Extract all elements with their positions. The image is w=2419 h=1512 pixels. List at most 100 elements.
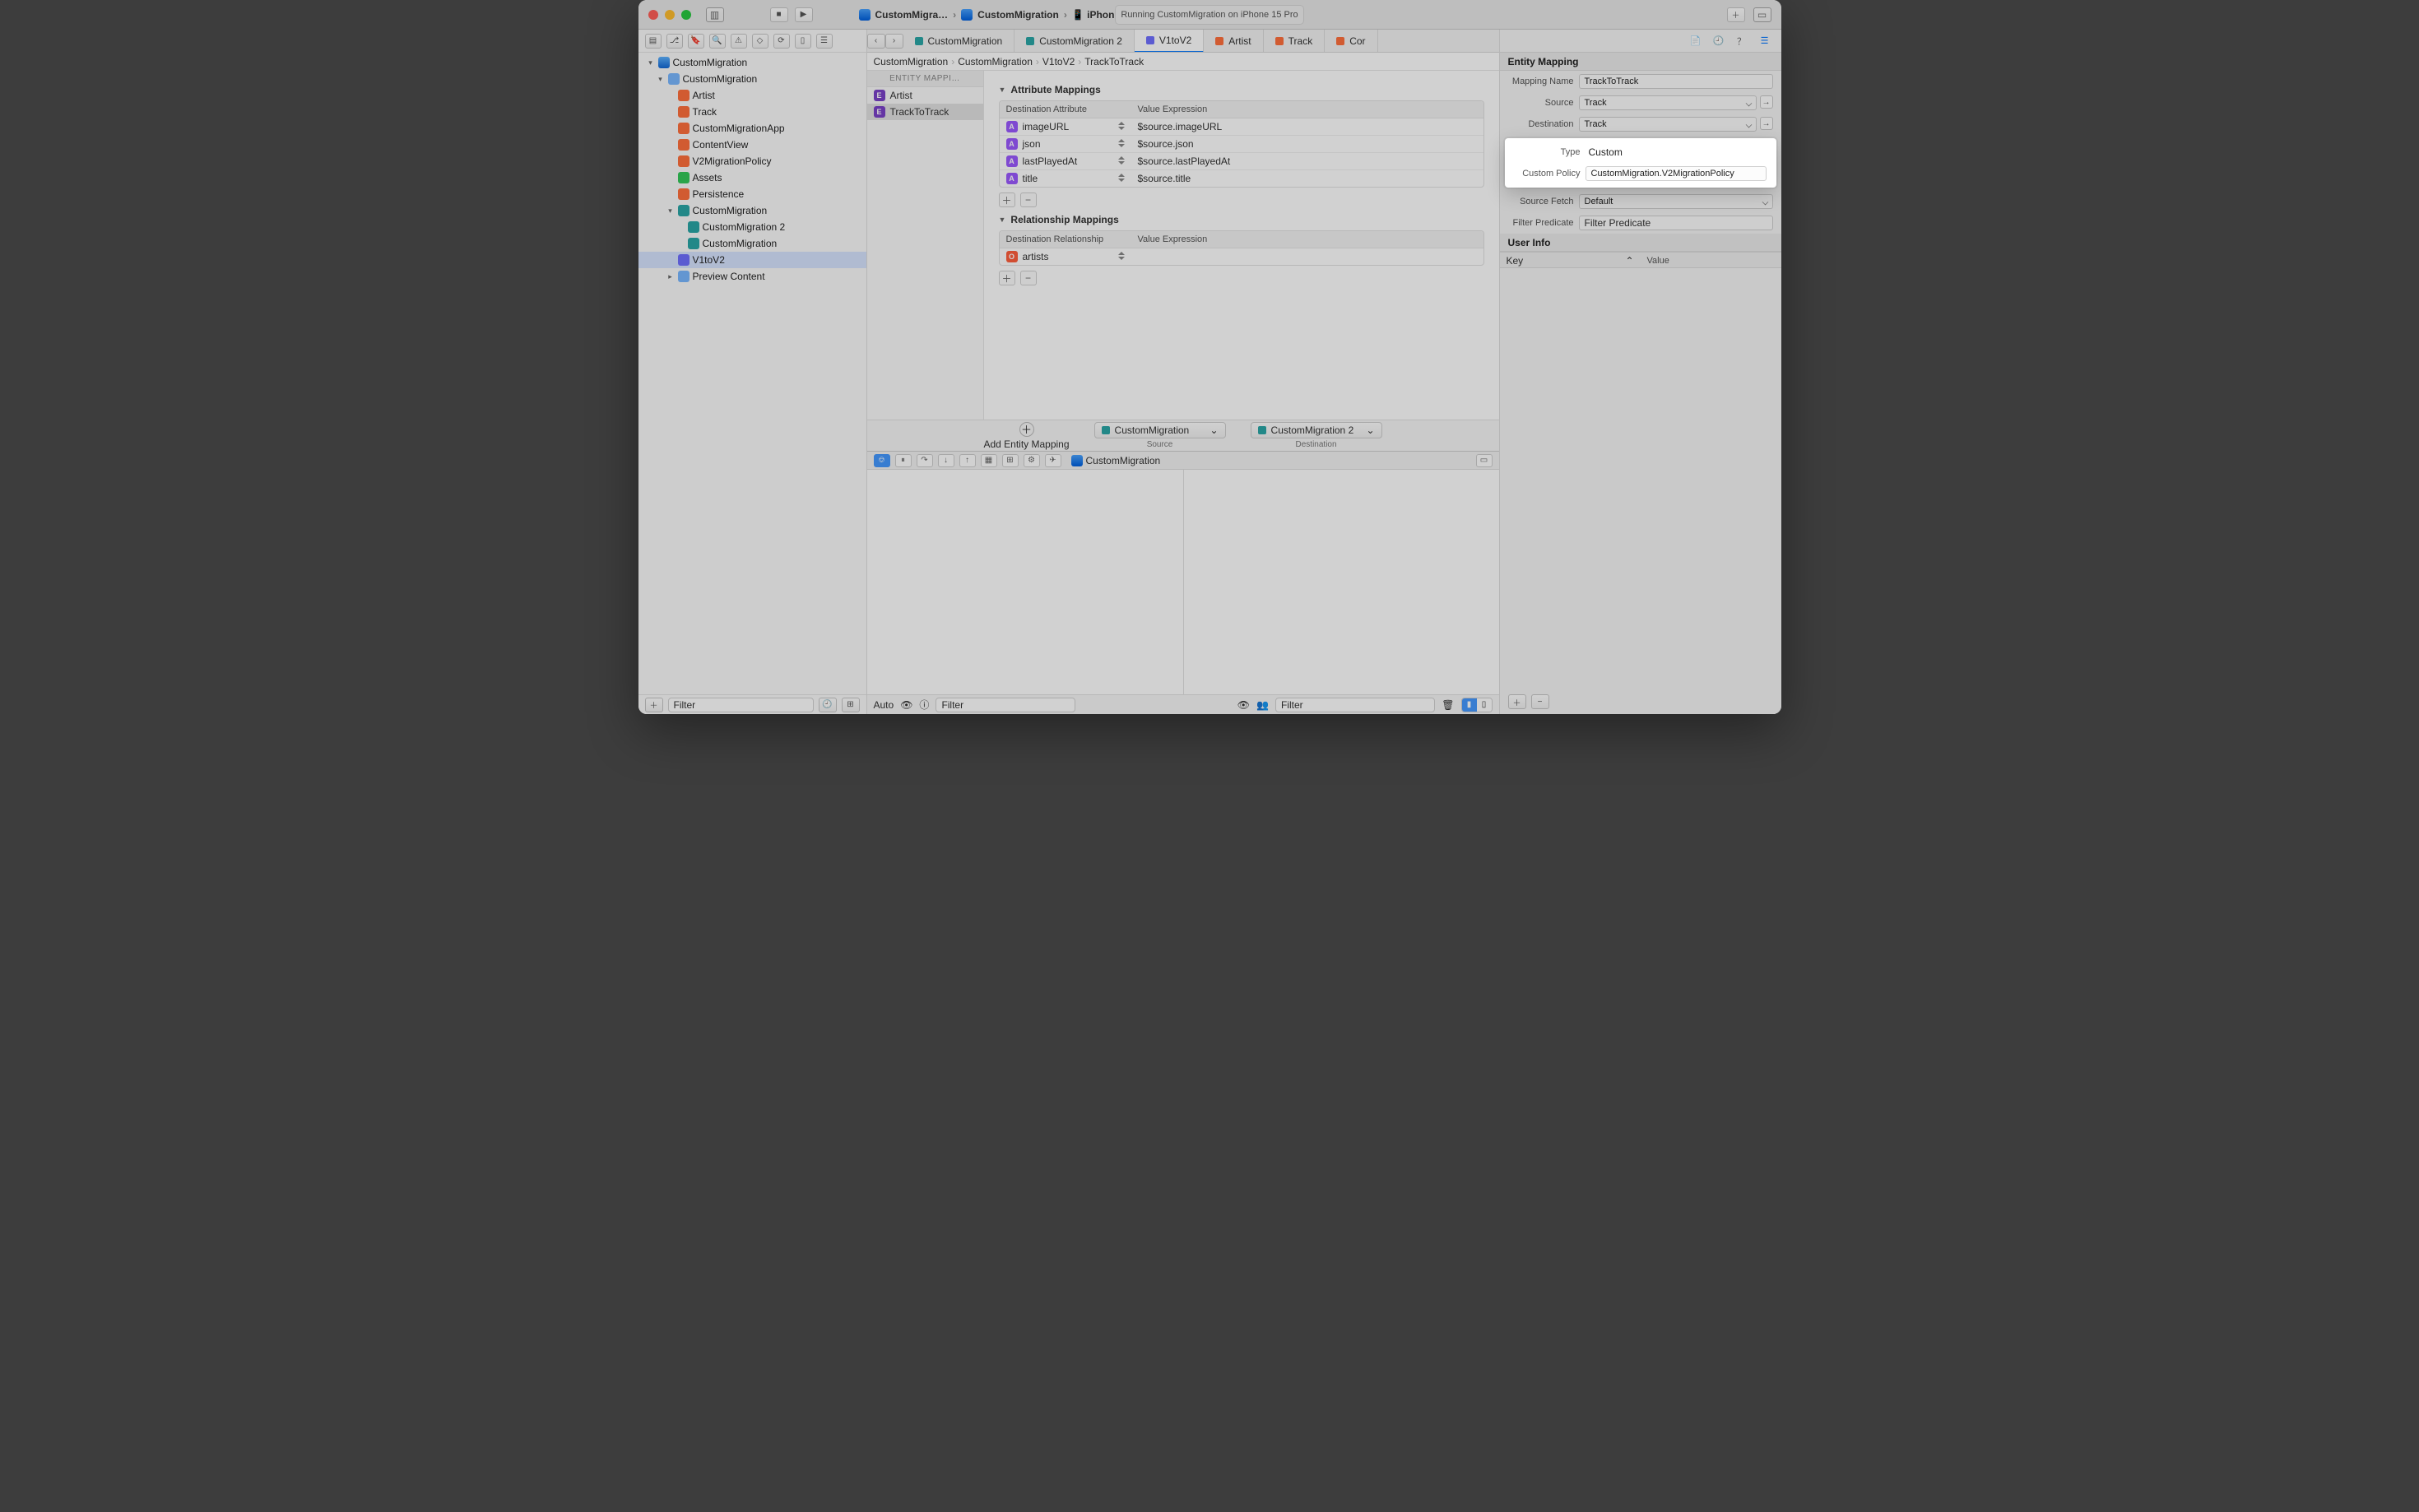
navigator-filter[interactable]: Filter: [668, 698, 814, 712]
tree-item[interactable]: Track: [638, 104, 866, 120]
auto-label[interactable]: Auto: [874, 699, 894, 711]
tree-item[interactable]: ▸Preview Content: [638, 268, 866, 285]
debug-env-icon[interactable]: ⚙: [1024, 454, 1040, 467]
tree-item[interactable]: ▾CustomMigration: [638, 54, 866, 71]
debug-view-icon[interactable]: ▦: [981, 454, 997, 467]
console-view[interactable]: [1183, 470, 1499, 694]
step-over-button[interactable]: ↷: [917, 454, 933, 467]
zoom-window[interactable]: [681, 10, 691, 20]
relationship-mappings-header[interactable]: ▼Relationship Mappings: [999, 214, 1484, 225]
userinfo-add-button[interactable]: ＋: [1508, 694, 1526, 709]
tree-item[interactable]: ▾CustomMigration: [638, 202, 866, 219]
info-icon[interactable]: ⓘ: [919, 698, 929, 712]
entity-mapping-item[interactable]: ETrackToTrack: [867, 104, 983, 120]
debug-target[interactable]: CustomMigration: [1071, 455, 1161, 466]
source-jump-icon[interactable]: →: [1760, 95, 1773, 109]
minimize-window[interactable]: [665, 10, 675, 20]
breakpoints-icon[interactable]: ▯: [795, 34, 811, 49]
console-people-icon[interactable]: 👥: [1256, 699, 1269, 711]
pause-button[interactable]: ⏸: [895, 454, 912, 467]
project-tree[interactable]: ▾CustomMigration▾CustomMigrationArtistTr…: [638, 53, 866, 694]
variables-view[interactable]: [867, 470, 1183, 694]
debug-icon[interactable]: ⟳: [773, 34, 790, 49]
crumb[interactable]: CustomMigration: [874, 56, 949, 67]
run-button[interactable]: ▶: [795, 7, 813, 22]
editor-tab[interactable]: Artist: [1204, 30, 1263, 53]
breakpoint-toggle[interactable]: ⎊: [874, 454, 890, 467]
file-inspector-icon[interactable]: 📄: [1688, 34, 1704, 49]
tree-item[interactable]: Persistence: [638, 186, 866, 202]
tree-item[interactable]: Artist: [638, 87, 866, 104]
project-navigator-icon[interactable]: ▤: [645, 34, 662, 49]
dest-model-picker[interactable]: CustomMigration 2⌄ Destination: [1251, 422, 1382, 449]
mapping-name-input[interactable]: TrackToTrack: [1579, 74, 1773, 89]
trash-icon[interactable]: 🗑: [1442, 699, 1454, 711]
tree-item[interactable]: CustomMigration 2: [638, 219, 866, 235]
tabs-nav-back[interactable]: ‹: [867, 34, 885, 49]
filter-predicate-input[interactable]: Filter Predicate: [1579, 216, 1773, 230]
rel-add-button[interactable]: ＋: [999, 271, 1015, 285]
scm-icon[interactable]: ⊞: [842, 698, 860, 712]
tree-item[interactable]: Assets: [638, 169, 866, 186]
reports-icon[interactable]: ☰: [816, 34, 833, 49]
editor-tab[interactable]: V1toV2: [1135, 30, 1204, 53]
attributes-inspector-icon[interactable]: ☰: [1757, 34, 1773, 49]
editor-tab[interactable]: CustomMigration: [903, 30, 1015, 53]
user-info-value-col[interactable]: Value: [1641, 253, 1781, 269]
bookmark-icon[interactable]: 🔖: [688, 34, 704, 49]
tree-item[interactable]: ▾CustomMigration: [638, 71, 866, 87]
help-inspector-icon[interactable]: ？: [1734, 34, 1750, 49]
tree-item[interactable]: V1toV2: [638, 252, 866, 268]
scheme-selector[interactable]: CustomMigra… › CustomMigration › 📱 iPhon…: [859, 9, 1154, 21]
destination-select[interactable]: Track: [1579, 117, 1757, 132]
source-control-icon[interactable]: ⎇: [666, 34, 683, 49]
close-window[interactable]: [648, 10, 658, 20]
rel-remove-button[interactable]: −: [1020, 271, 1037, 285]
userinfo-remove-button[interactable]: −: [1531, 694, 1549, 709]
add-entity-mapping-button[interactable]: ＋Add Entity Mapping: [983, 422, 1069, 450]
library-toggle-icon[interactable]: ▭: [1753, 7, 1771, 22]
source-model-picker[interactable]: CustomMigration⌄ Source: [1094, 422, 1226, 449]
attr-row[interactable]: AimageURL$source.imageURL: [1000, 118, 1483, 136]
entity-mapping-item[interactable]: EArtist: [867, 87, 983, 104]
editor-tab[interactable]: Track: [1264, 30, 1326, 53]
editor-tab[interactable]: CustomMigration 2: [1014, 30, 1135, 53]
destination-jump-icon[interactable]: →: [1760, 117, 1773, 130]
breadcrumb[interactable]: CustomMigration›CustomMigration›V1toV2›T…: [867, 53, 1499, 71]
editor-tab[interactable]: Cor: [1325, 30, 1377, 53]
user-info-key-col[interactable]: Key ⌃: [1500, 253, 1641, 269]
debug-panel-toggle[interactable]: ▭: [1476, 454, 1493, 467]
console-eye-icon[interactable]: 👁: [1237, 699, 1250, 711]
tests-icon[interactable]: ◇: [752, 34, 768, 49]
debug-layout-toggle[interactable]: ▮▯: [1461, 698, 1493, 712]
step-into-button[interactable]: ↓: [938, 454, 954, 467]
attr-row[interactable]: Ajson$source.json: [1000, 136, 1483, 153]
tree-item[interactable]: V2MigrationPolicy: [638, 153, 866, 169]
variables-filter[interactable]: Filter: [936, 698, 1075, 712]
tree-item[interactable]: CustomMigrationApp: [638, 120, 866, 137]
crumb[interactable]: TrackToTrack: [1084, 56, 1144, 67]
debug-loc-icon[interactable]: ✈: [1045, 454, 1061, 467]
attr-add-button[interactable]: ＋: [999, 192, 1015, 207]
tabs-nav-fwd[interactable]: ›: [885, 34, 903, 49]
new-tab-button[interactable]: ＋: [1727, 7, 1745, 22]
crumb[interactable]: CustomMigration: [958, 56, 1033, 67]
eye-icon[interactable]: 👁: [900, 699, 912, 711]
attr-remove-button[interactable]: −: [1020, 192, 1037, 207]
stop-button[interactable]: ■: [770, 7, 788, 22]
step-out-button[interactable]: ↑: [959, 454, 976, 467]
tree-item[interactable]: ContentView: [638, 137, 866, 153]
user-info-list[interactable]: [1500, 268, 1781, 689]
attr-row[interactable]: Atitle$source.title: [1000, 170, 1483, 187]
rel-row[interactable]: Oartists: [1000, 248, 1483, 265]
recent-icon[interactable]: 🕘: [819, 698, 837, 712]
source-fetch-select[interactable]: Default: [1579, 194, 1773, 209]
attribute-mappings-header[interactable]: ▼Attribute Mappings: [999, 84, 1484, 95]
history-inspector-icon[interactable]: 🕘: [1711, 34, 1727, 49]
console-filter[interactable]: Filter: [1275, 698, 1435, 712]
find-icon[interactable]: 🔍: [709, 34, 726, 49]
attr-row[interactable]: AlastPlayedAt$source.lastPlayedAt: [1000, 153, 1483, 170]
sidebar-toggle-icon[interactable]: ▥: [706, 7, 724, 22]
custom-policy-input[interactable]: CustomMigration.V2MigrationPolicy: [1586, 166, 1767, 181]
source-select[interactable]: Track: [1579, 95, 1757, 110]
